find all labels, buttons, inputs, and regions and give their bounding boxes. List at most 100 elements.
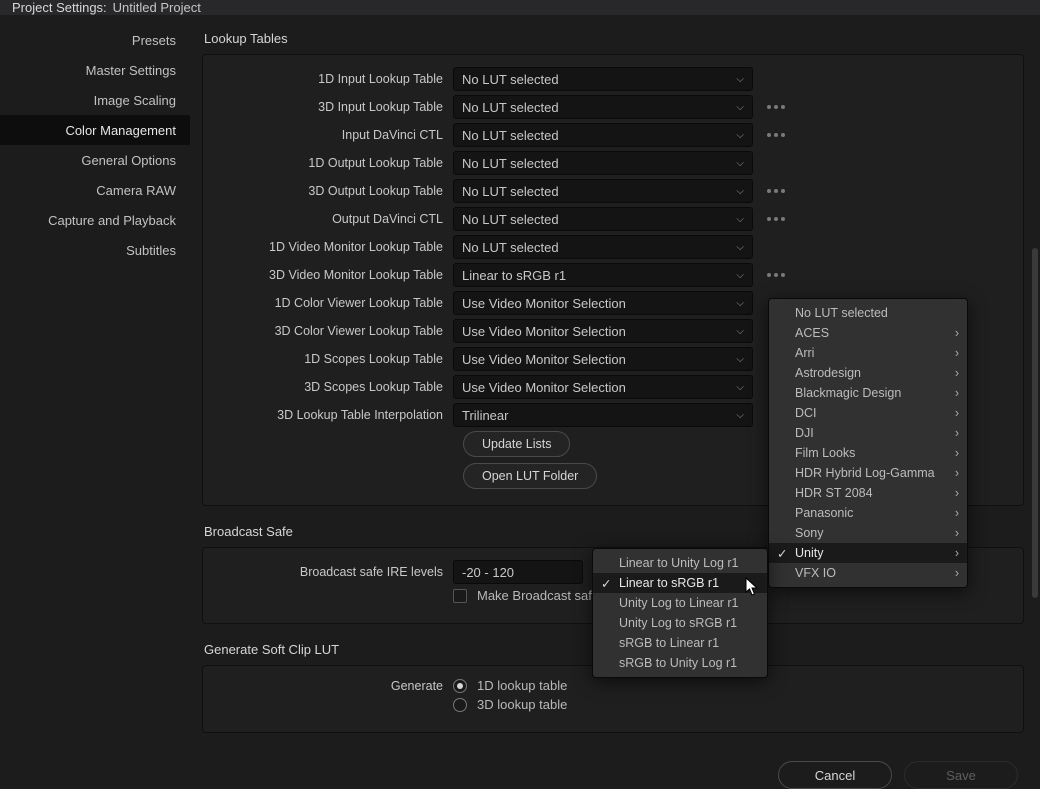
radio-3d-lookup[interactable] [453,698,467,712]
chevron-down-icon: ⌵ [736,242,744,253]
radio-1d-label: 1D lookup table [477,678,567,693]
chevron-down-icon: ⌵ [736,102,744,113]
broadcast-ire-value: -20 - 120 [462,565,514,580]
menu-item-no-lut-selected[interactable]: No LUT selected [769,303,967,323]
lut-row: 3D Video Monitor Lookup TableLinear to s… [213,263,1013,287]
more-options-icon[interactable] [767,217,785,221]
lut-select[interactable]: Use Video Monitor Selection⌵ [453,291,753,315]
broadcast-safe-label: Make Broadcast safe [477,588,599,603]
lut-label: 3D Scopes Lookup Table [213,380,453,394]
more-options-icon[interactable] [767,189,785,193]
sidebar-item-master-settings[interactable]: Master Settings [0,55,190,85]
sidebar-item-subtitles[interactable]: Subtitles [0,235,190,265]
lut-category-menu[interactable]: No LUT selectedACESArriAstrodesignBlackm… [768,298,968,588]
lut-select-value: No LUT selected [462,72,559,87]
lut-select[interactable]: No LUT selected⌵ [453,123,753,147]
lut-select[interactable]: No LUT selected ⌵ [453,179,753,203]
menu-item-hdr-hybrid-log-gamma[interactable]: HDR Hybrid Log-Gamma [769,463,967,483]
lut-select[interactable]: No LUT selected ⌵ [453,207,753,231]
lut-row: 3D Output Lookup Table No LUT selected ⌵ [213,179,1013,203]
submenu-item-linear-to-srgb-r1[interactable]: Linear to sRGB r1 [593,573,767,593]
lut-label: 1D Color Viewer Lookup Table [213,296,453,310]
scrollbar-thumb[interactable] [1032,248,1038,598]
sidebar-item-capture-and-playback[interactable]: Capture and Playback [0,205,190,235]
lut-select-value: Linear to sRGB r1 [462,268,566,283]
lut-select[interactable]: No LUT selected ⌵ [453,235,753,259]
update-lists-button[interactable]: Update Lists [463,431,570,457]
menu-item-vfx-io[interactable]: VFX IO [769,563,967,583]
lut-label: 3D Input Lookup Table [213,100,453,114]
radio-1d-lookup[interactable] [453,679,467,693]
titlebar: Project Settings: Untitled Project [0,0,1040,15]
more-options-icon[interactable] [767,105,785,109]
sidebar-item-image-scaling[interactable]: Image Scaling [0,85,190,115]
lut-select-value: No LUT selected [462,184,559,199]
lut-select[interactable]: Use Video Monitor Selection ⌵ [453,375,753,399]
lut-select[interactable]: No LUT selected ⌵ [453,95,753,119]
lut-row: 1D Input Lookup TableNo LUT selected⌵ [213,67,1013,91]
titlebar-project: Untitled Project [113,0,201,15]
sidebar-item-camera-raw[interactable]: Camera RAW [0,175,190,205]
lut-select-value: No LUT selected [462,100,559,115]
lut-label: 1D Input Lookup Table [213,72,453,86]
menu-item-arri[interactable]: Arri [769,343,967,363]
lut-select[interactable]: Use Video Monitor Selection⌵ [453,347,753,371]
menu-item-blackmagic-design[interactable]: Blackmagic Design [769,383,967,403]
lut-label: 3D Lookup Table Interpolation [213,408,453,422]
submenu-item-linear-to-unity-log-r1[interactable]: Linear to Unity Log r1 [593,553,767,573]
lut-select-value: No LUT selected [462,212,559,227]
broadcast-safe-checkbox[interactable] [453,589,467,603]
menu-item-panasonic[interactable]: Panasonic [769,503,967,523]
generate-label: Generate [213,679,453,693]
chevron-down-icon: ⌵ [736,298,744,309]
lut-select-value: Use Video Monitor Selection [462,324,626,339]
lut-submenu-unity[interactable]: Linear to Unity Log r1Linear to sRGB r1U… [592,548,768,678]
menu-item-hdr-st-2084[interactable]: HDR ST 2084 [769,483,967,503]
chevron-down-icon: ⌵ [736,214,744,225]
lut-select[interactable]: Linear to sRGB r1⌵ [453,263,753,287]
footer: Cancel Save [0,761,1040,789]
menu-item-dci[interactable]: DCI [769,403,967,423]
lut-select[interactable]: Trilinear⌵ [453,403,753,427]
sidebar-item-presets[interactable]: Presets [0,25,190,55]
sidebar-item-color-management[interactable]: Color Management [0,115,190,145]
scrollbar-track[interactable] [1032,30,1038,730]
lut-row: Input DaVinci CTLNo LUT selected⌵ [213,123,1013,147]
lut-row: 3D Input Lookup Table No LUT selected ⌵ [213,95,1013,119]
submenu-item-unity-log-to-srgb-r1[interactable]: Unity Log to sRGB r1 [593,613,767,633]
cancel-button[interactable]: Cancel [778,761,892,789]
open-lut-folder-button[interactable]: Open LUT Folder [463,463,597,489]
menu-item-film-looks[interactable]: Film Looks [769,443,967,463]
chevron-down-icon: ⌵ [736,382,744,393]
lut-label: 1D Output Lookup Table [213,156,453,170]
lut-label: 3D Output Lookup Table [213,184,453,198]
submenu-item-srgb-to-unity-log-r1[interactable]: sRGB to Unity Log r1 [593,653,767,673]
chevron-down-icon: ⌵ [736,158,744,169]
submenu-item-srgb-to-linear-r1[interactable]: sRGB to Linear r1 [593,633,767,653]
sidebar-item-general-options[interactable]: General Options [0,145,190,175]
lut-select-value: Trilinear [462,408,508,423]
lut-label: Input DaVinci CTL [213,128,453,142]
lut-label: 1D Video Monitor Lookup Table [213,240,453,254]
lut-select[interactable]: Use Video Monitor Selection ⌵ [453,319,753,343]
lut-select[interactable]: No LUT selected⌵ [453,67,753,91]
lut-row: 1D Output Lookup TableNo LUT selected⌵ [213,151,1013,175]
more-options-icon[interactable] [767,273,785,277]
save-button[interactable]: Save [904,761,1018,789]
menu-item-sony[interactable]: Sony [769,523,967,543]
chevron-down-icon: ⌵ [736,186,744,197]
lut-select[interactable]: No LUT selected⌵ [453,151,753,175]
menu-item-unity[interactable]: Unity [769,543,967,563]
lut-row: 1D Video Monitor Lookup TableNo LUT sele… [213,235,1013,259]
sidebar: PresetsMaster SettingsImage ScalingColor… [0,15,190,761]
menu-item-dji[interactable]: DJI [769,423,967,443]
submenu-item-unity-log-to-linear-r1[interactable]: Unity Log to Linear r1 [593,593,767,613]
more-options-icon[interactable] [767,133,785,137]
chevron-down-icon: ⌵ [736,326,744,337]
lut-select-value: Use Video Monitor Selection [462,380,626,395]
menu-item-aces[interactable]: ACES [769,323,967,343]
lut-label: 1D Scopes Lookup Table [213,352,453,366]
lut-select-value: No LUT selected [462,240,559,255]
menu-item-astrodesign[interactable]: Astrodesign [769,363,967,383]
broadcast-ire-select[interactable]: -20 - 120 [453,560,583,584]
